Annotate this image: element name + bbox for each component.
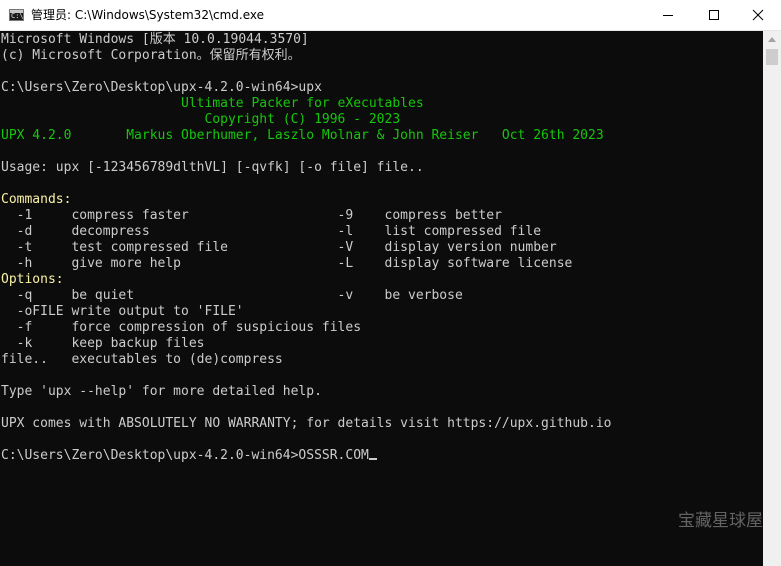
- chevron-up-icon: [768, 37, 776, 42]
- console-line: file.. executables to (de)compress: [1, 352, 283, 367]
- console-line-copyright: Copyright (C) 1996 - 2023: [1, 112, 401, 127]
- console-line: UPX comes with ABSOLUTELY NO WARRANTY; f…: [1, 416, 612, 431]
- console-prompt-text: C:\Users\Zero\Desktop\upx-4.2.0-win64>OS…: [1, 448, 369, 463]
- console-line-version: UPX 4.2.0 Markus Oberhumer, Laszlo Molna…: [1, 128, 604, 143]
- title-bar[interactable]: C:\ 管理员: C:\Windows\System32\cmd.exe: [0, 0, 781, 31]
- close-icon: [752, 9, 764, 21]
- close-button[interactable]: [735, 0, 781, 30]
- console-line: Type 'upx --help' for more detailed help…: [1, 384, 322, 399]
- watermark: 宝藏星球屋: [678, 511, 763, 531]
- cmd-icon-glyph: C:\: [11, 12, 24, 20]
- console-line: -f force compression of suspicious files: [1, 320, 362, 335]
- window-title: 管理员: C:\Windows\System32\cmd.exe: [31, 8, 264, 22]
- console-line: -k keep backup files: [1, 336, 205, 351]
- console-line-banner: Ultimate Packer for eXecutables: [1, 96, 424, 111]
- cmd-icon[interactable]: C:\: [9, 9, 24, 21]
- console-output[interactable]: Microsoft Windows [版本 10.0.19044.3570] (…: [0, 31, 763, 566]
- vertical-scrollbar[interactable]: [763, 31, 781, 566]
- console-line: C:\Users\Zero\Desktop\upx-4.2.0-win64>up…: [1, 80, 322, 95]
- console-line: -1 compress faster -9 compress better: [1, 208, 502, 223]
- text-cursor: [368, 458, 377, 460]
- scroll-thumb[interactable]: [766, 49, 778, 65]
- console-line: -q be quiet -v be verbose: [1, 288, 463, 303]
- console-line: Microsoft Windows [版本 10.0.19044.3570]: [1, 32, 309, 47]
- console-line-options-heading: Options:: [1, 272, 64, 287]
- maximize-icon: [709, 10, 719, 20]
- console-line: -h give more help -L display software li…: [1, 256, 573, 271]
- console-line-usage: Usage: upx [-123456789dlthVL] [-qvfk] [-…: [1, 160, 424, 175]
- minimize-icon: [663, 15, 673, 16]
- console-line: -d decompress -l list compressed file: [1, 224, 542, 239]
- console-line: -oFILE write output to 'FILE': [1, 304, 244, 319]
- scroll-up-button[interactable]: [763, 31, 781, 48]
- console-line-commands-heading: Commands:: [1, 192, 72, 207]
- cmd-window: C:\ 管理员: C:\Windows\System32\cmd.exe Mic…: [0, 0, 781, 566]
- minimize-button[interactable]: [645, 0, 691, 30]
- console-prompt-line[interactable]: C:\Users\Zero\Desktop\upx-4.2.0-win64>OS…: [1, 448, 377, 464]
- console-line: (c) Microsoft Corporation。保留所有权利。: [1, 48, 301, 63]
- console-line: -t test compressed file -V display versi…: [1, 240, 557, 255]
- maximize-button[interactable]: [691, 0, 737, 30]
